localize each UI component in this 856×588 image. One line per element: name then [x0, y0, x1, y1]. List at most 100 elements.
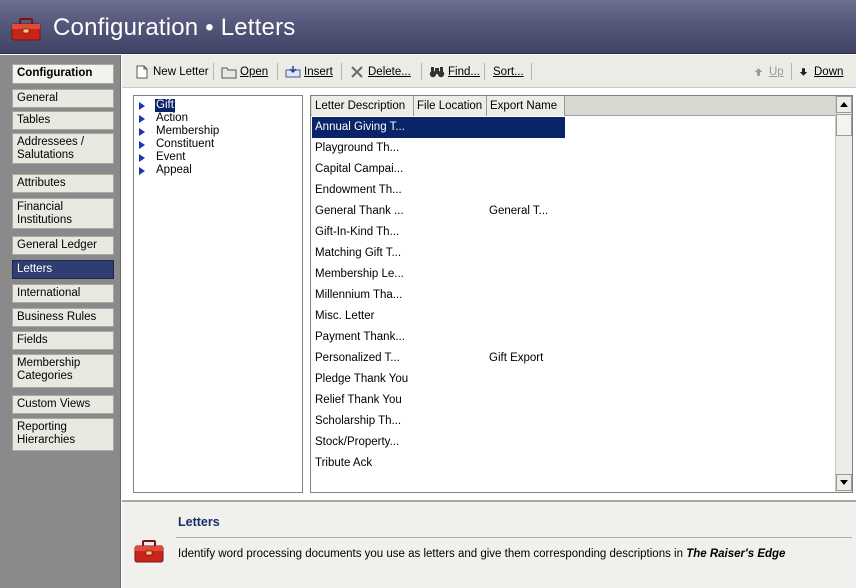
- letter-category-tree: Gift Action Membership Constituent Event…: [133, 95, 303, 493]
- toolbar-separator: [484, 63, 485, 80]
- cell-letter-description: Tribute Ack: [315, 457, 373, 469]
- cell-letter-description: Payment Thank...: [315, 331, 405, 343]
- nav-item-international[interactable]: International: [12, 284, 114, 303]
- table-row[interactable]: Membership Le...: [311, 264, 836, 285]
- cell-letter-description: Playground Th...: [315, 142, 400, 154]
- table-row[interactable]: Payment Thank...: [311, 327, 836, 348]
- table-row[interactable]: Endowment Th...: [311, 180, 836, 201]
- nav-item-attributes[interactable]: Attributes: [12, 174, 114, 193]
- cell-letter-description: Millennium Tha...: [315, 289, 403, 301]
- delete-icon: [351, 65, 363, 78]
- toolbox-icon: [11, 18, 41, 41]
- new-document-icon: [136, 65, 148, 78]
- column-letter-description[interactable]: Letter Description: [312, 96, 414, 116]
- tree-item-event[interactable]: Event: [139, 151, 186, 164]
- tree-bullet-icon: [139, 153, 145, 162]
- tree-bullet-icon: [139, 127, 145, 136]
- scroll-thumb[interactable]: [836, 114, 852, 136]
- table-row[interactable]: Misc. Letter: [311, 306, 836, 327]
- nav-item-membership-categories[interactable]: Membership Categories: [12, 354, 114, 388]
- tree-item-action[interactable]: Action: [139, 112, 189, 125]
- grid-header: Letter Description File Location Export …: [311, 96, 836, 116]
- toolbar-separator: [791, 63, 792, 80]
- table-row[interactable]: General Thank ... General T...: [311, 201, 836, 222]
- info-pane: Letters Identify word processing documen…: [122, 500, 856, 588]
- cell-letter-description: Stock/Property...: [315, 436, 400, 448]
- toolbar-separator: [341, 63, 342, 80]
- nav-item-business-rules[interactable]: Business Rules: [12, 308, 114, 327]
- nav-item-reporting-hierarchies[interactable]: Reporting Hierarchies: [12, 418, 114, 451]
- binoculars-icon: [429, 66, 445, 77]
- table-row[interactable]: Capital Campai...: [311, 159, 836, 180]
- column-file-location[interactable]: File Location: [414, 96, 487, 116]
- insert-icon: [285, 65, 301, 77]
- cell-letter-description: Pledge Thank You: [315, 373, 409, 385]
- table-row[interactable]: Annual Giving T...: [311, 117, 836, 138]
- insert-button[interactable]: Insert: [281, 61, 337, 82]
- vertical-scrollbar[interactable]: [835, 96, 852, 492]
- cell-export-name: General T...: [489, 205, 549, 217]
- sort-button[interactable]: Sort...: [489, 61, 528, 82]
- scroll-up-arrow-icon: [840, 102, 848, 107]
- table-row[interactable]: Matching Gift T...: [311, 243, 836, 264]
- table-row[interactable]: Personalized T... Gift Export: [311, 348, 836, 369]
- letters-grid: Letter Description File Location Export …: [310, 95, 853, 493]
- nav-item-general-ledger[interactable]: General Ledger: [12, 236, 114, 255]
- tree-bullet-icon: [139, 166, 145, 175]
- table-row[interactable]: Relief Thank You: [311, 390, 836, 411]
- column-export-name[interactable]: Export Name: [487, 96, 565, 116]
- toolbar-separator: [531, 63, 532, 80]
- nav-item-letters[interactable]: Letters: [12, 260, 114, 279]
- window-title: Configuration • Letters: [53, 14, 296, 41]
- tree-item-appeal[interactable]: Appeal: [139, 164, 193, 177]
- new-letter-button[interactable]: New Letter: [130, 61, 213, 82]
- nav-item-custom-views[interactable]: Custom Views: [12, 395, 114, 414]
- table-row[interactable]: Scholarship Th...: [311, 411, 836, 432]
- toolbox-icon: [134, 540, 164, 563]
- arrow-up-icon: [754, 67, 763, 76]
- title-bar: Configuration • Letters: [0, 0, 856, 54]
- nav-item-tables[interactable]: Tables: [12, 111, 114, 130]
- scroll-up-button[interactable]: [836, 96, 852, 113]
- table-row[interactable]: Playground Th...: [311, 138, 836, 159]
- cell-letter-description: Relief Thank You: [315, 394, 402, 406]
- cell-letter-description: Gift-In-Kind Th...: [315, 226, 400, 238]
- cell-letter-description: Matching Gift T...: [315, 247, 402, 259]
- table-row[interactable]: Gift-In-Kind Th...: [311, 222, 836, 243]
- scroll-down-button[interactable]: [836, 474, 852, 491]
- open-icon: [221, 67, 237, 78]
- nav-item-addressees[interactable]: Addressees / Salutations: [12, 133, 114, 164]
- nav-item-financial-institutions[interactable]: Financial Institutions: [12, 198, 114, 229]
- tree-item-membership[interactable]: Membership: [139, 125, 220, 138]
- tree-item-gift[interactable]: Gift: [139, 98, 176, 113]
- toolbar-separator: [213, 63, 214, 80]
- cell-letter-description: Misc. Letter: [315, 310, 375, 322]
- find-button[interactable]: Find...: [425, 61, 484, 82]
- cell-letter-description: Scholarship Th...: [315, 415, 402, 427]
- nav-item-fields[interactable]: Fields: [12, 331, 114, 350]
- config-nav: Configuration General Tables Addressees …: [0, 55, 121, 588]
- table-row[interactable]: Pledge Thank You: [311, 369, 836, 390]
- tree-bullet-icon: [139, 140, 145, 149]
- table-row[interactable]: Millennium Tha...: [311, 285, 836, 306]
- delete-button[interactable]: Delete...: [345, 61, 415, 82]
- cell-letter-description: Membership Le...: [315, 268, 404, 280]
- table-row[interactable]: Stock/Property...: [311, 432, 836, 453]
- tree-bullet-icon: [139, 101, 145, 110]
- arrow-down-icon: [799, 67, 808, 76]
- toolbar-separator: [277, 63, 278, 80]
- toolbar-separator: [421, 63, 422, 80]
- table-row[interactable]: Tribute Ack: [311, 453, 836, 474]
- down-button[interactable]: Down: [795, 61, 847, 82]
- cell-letter-description: Capital Campai...: [315, 163, 404, 175]
- open-button[interactable]: Open: [217, 61, 272, 82]
- cell-letter-description: General Thank ...: [315, 205, 404, 217]
- tree-item-constituent[interactable]: Constituent: [139, 138, 215, 151]
- up-button[interactable]: Up: [750, 61, 788, 82]
- nav-item-configuration[interactable]: Configuration: [12, 64, 114, 84]
- cell-letter-description: Personalized T...: [315, 352, 400, 364]
- nav-item-general[interactable]: General: [12, 89, 114, 108]
- info-description: Identify word processing documents you u…: [178, 548, 786, 560]
- cell-letter-description: Annual Giving T...: [312, 117, 565, 138]
- info-divider: [176, 537, 852, 538]
